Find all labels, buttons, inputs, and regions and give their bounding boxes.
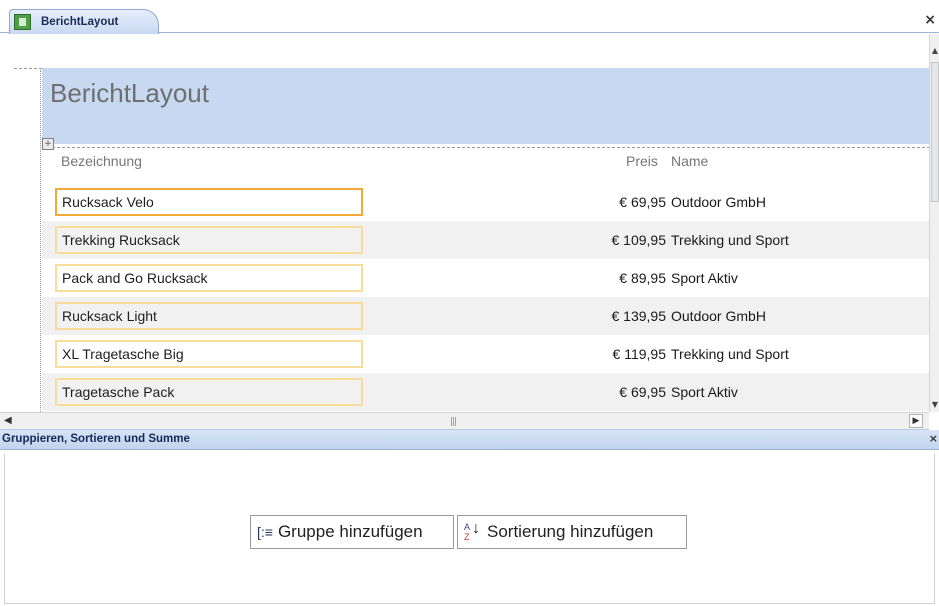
column-header-bezeichnung[interactable]: Bezeichnung	[61, 153, 142, 169]
table-row: XL Tragetasche Big € 119,95 Trekking und…	[42, 335, 930, 373]
name-field[interactable]: Trekking und Sport	[671, 226, 789, 254]
vertical-scrollbar[interactable]: ▲ ▼	[929, 34, 939, 412]
close-document-icon[interactable]: ×	[924, 12, 936, 28]
group-icon: [:≡	[257, 524, 273, 540]
bezeichnung-field[interactable]: Rucksack Light	[55, 302, 363, 330]
scroll-left-icon[interactable]: ◀	[4, 415, 12, 426]
report-title[interactable]: BerichtLayout	[50, 78, 209, 109]
horizontal-scrollbar[interactable]: ◀ ||| ▶	[0, 412, 929, 430]
table-row: Trekking Rucksack € 109,95 Trekking und …	[42, 221, 930, 259]
bezeichnung-field[interactable]: Pack and Go Rucksack	[55, 264, 363, 292]
layout-selector-icon[interactable]: +	[42, 138, 54, 150]
table-row: Rucksack Velo € 69,95 Outdoor GmbH	[42, 183, 930, 221]
document-tab-label: BerichtLayout	[41, 16, 119, 28]
preis-field[interactable]: € 69,95	[619, 378, 666, 406]
report-icon	[14, 14, 31, 30]
sort-ascending-icon: A Z ↓	[464, 520, 480, 543]
preis-field[interactable]: € 139,95	[612, 302, 667, 330]
bezeichnung-field[interactable]: Trekking Rucksack	[55, 226, 363, 254]
table-row: Tragetasche Pack € 69,95 Sport Aktiv	[42, 373, 930, 411]
preis-field[interactable]: € 69,95	[619, 188, 666, 216]
report-layout-view[interactable]: BerichtLayout + Bezeichnung Preis Name R…	[0, 34, 939, 412]
scroll-down-icon[interactable]: ▼	[930, 400, 939, 410]
scroll-right-icon[interactable]: ▶	[909, 414, 923, 428]
pane-title: Gruppieren, Sortieren und Summe	[2, 433, 190, 445]
document-tab-strip: BerichtLayout ×	[0, 0, 939, 34]
bezeichnung-field[interactable]: Tragetasche Pack	[55, 378, 363, 406]
add-group-label: Gruppe hinzufügen	[277, 522, 423, 541]
close-pane-icon[interactable]: ×	[929, 432, 938, 445]
column-header-preis[interactable]: Preis	[626, 153, 658, 169]
column-header-name[interactable]: Name	[671, 153, 708, 169]
bezeichnung-field[interactable]: XL Tragetasche Big	[55, 340, 363, 368]
add-sort-label: Sortierung hinzufügen	[487, 522, 654, 541]
name-field[interactable]: Outdoor GmbH	[671, 188, 766, 216]
table-row: Rucksack Light € 139,95 Outdoor GmbH	[42, 297, 930, 335]
preis-field[interactable]: € 109,95	[612, 226, 667, 254]
add-group-button[interactable]: [:≡ Gruppe hinzufügen	[250, 515, 454, 549]
preis-field[interactable]: € 119,95	[613, 340, 666, 368]
table-row: Pack and Go Rucksack € 89,95 Sport Aktiv	[42, 259, 930, 297]
name-field[interactable]: Outdoor GmbH	[671, 302, 766, 330]
section-divider	[42, 147, 930, 148]
name-field[interactable]: Sport Aktiv	[671, 378, 738, 406]
scroll-grip-icon[interactable]: |||	[450, 417, 457, 427]
layout-guide	[40, 70, 41, 412]
scroll-up-icon[interactable]: ▲	[930, 46, 939, 56]
name-field[interactable]: Sport Aktiv	[671, 264, 738, 292]
document-tab[interactable]: BerichtLayout	[9, 9, 159, 34]
bezeichnung-field[interactable]: Rucksack Velo	[55, 188, 363, 216]
add-sort-button[interactable]: A Z ↓ Sortierung hinzufügen	[457, 515, 687, 549]
pane-title-bar: Gruppieren, Sortieren und Summe ×	[0, 430, 939, 450]
preis-field[interactable]: € 89,95	[619, 264, 666, 292]
name-field[interactable]: Trekking und Sport	[671, 340, 789, 368]
group-sort-total-pane: Gruppieren, Sortieren und Summe × [:≡ Gr…	[0, 430, 939, 606]
vertical-scroll-thumb[interactable]	[931, 62, 939, 202]
